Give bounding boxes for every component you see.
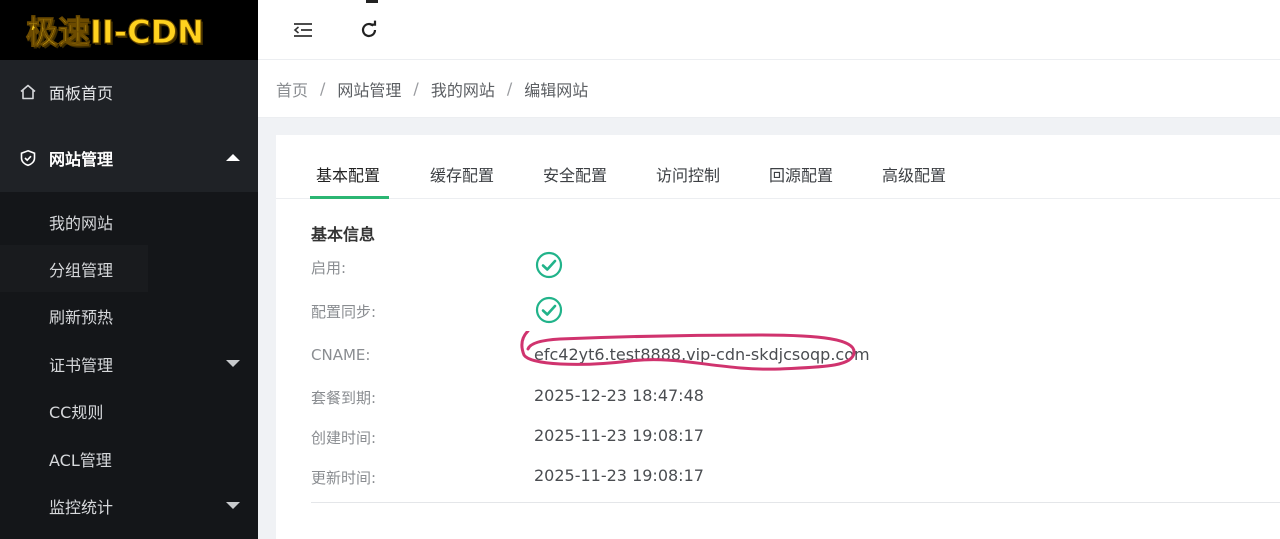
breadcrumb-item-home[interactable]: 首页 xyxy=(276,77,308,101)
breadcrumb-item-site-management[interactable]: 网站管理 xyxy=(337,77,401,101)
sidebar-item-label: 刷新预热 xyxy=(49,307,114,327)
updated-label: 更新时间: xyxy=(311,469,377,487)
breadcrumb-separator: / xyxy=(320,79,326,98)
sync-label: 配置同步: xyxy=(311,303,377,321)
sidebar-item-certificates[interactable]: 证书管理 xyxy=(0,340,258,387)
sidebar-item-label: 网站管理 xyxy=(49,150,114,169)
sidebar-submenu: 我的网站 分组管理 刷新预热 证书管理 CC规则 ACL管理 监控统计 xyxy=(0,192,258,539)
sidebar-item-refresh-preheat[interactable]: 刷新预热 xyxy=(0,292,258,339)
shield-icon xyxy=(19,149,37,167)
topbar xyxy=(258,0,1280,60)
created-value: 2025-11-23 19:08:17 xyxy=(534,426,704,445)
sidebar-item-my-sites[interactable]: 我的网站 xyxy=(0,198,258,245)
tab-cache-config[interactable]: 缓存配置 xyxy=(430,162,494,186)
tab-advanced-config[interactable]: 高级配置 xyxy=(882,162,946,186)
refresh-icon[interactable] xyxy=(357,18,381,42)
logo[interactable]: 极速II-CDN xyxy=(0,0,258,60)
chevron-down-icon xyxy=(226,502,240,509)
divider xyxy=(311,502,1280,503)
breadcrumb-separator: / xyxy=(413,79,419,98)
sync-check-icon[interactable] xyxy=(535,296,563,324)
breadcrumb-separator: / xyxy=(506,79,513,98)
tab-security-config[interactable]: 安全配置 xyxy=(543,162,607,186)
section-title: 基本信息 xyxy=(311,225,376,244)
sidebar-item-label: ACL管理 xyxy=(49,450,112,470)
home-icon xyxy=(19,83,37,101)
breadcrumb: 首页 / 网站管理 / 我的网站 / 编辑网站 xyxy=(258,60,1280,118)
cname-value: efc42yt6.test8888.vip-cdn-skdjcsoqp.com xyxy=(534,345,870,364)
breadcrumb-item-my-sites[interactable]: 我的网站 xyxy=(431,77,495,101)
tab-origin-config[interactable]: 回源配置 xyxy=(769,162,833,186)
sidebar-item-cc-rules[interactable]: CC规则 xyxy=(0,387,258,434)
sidebar-item-label: 我的网站 xyxy=(49,213,114,233)
sidebar-item-monitoring[interactable]: 监控统计 xyxy=(0,482,258,529)
sidebar: 极速II-CDN 面板首页 网站管理 我的网站 分组管理 刷新预热 证书管理 C… xyxy=(0,0,258,539)
chevron-up-icon xyxy=(226,154,240,161)
enabled-check-icon[interactable] xyxy=(535,251,563,279)
sidebar-item-label: 分组管理 xyxy=(49,260,114,280)
sidebar-item-site-management[interactable]: 网站管理 xyxy=(0,124,258,192)
sidebar-item-acl[interactable]: ACL管理 xyxy=(0,435,258,482)
app-root: 极速II-CDN 面板首页 网站管理 我的网站 分组管理 刷新预热 证书管理 C… xyxy=(0,0,1280,539)
topbar-indicator xyxy=(366,0,378,3)
tab-access-control[interactable]: 访问控制 xyxy=(656,162,720,186)
sidebar-item-label: CC规则 xyxy=(49,402,104,422)
created-label: 创建时间: xyxy=(311,429,377,447)
sidebar-item-home[interactable]: 面板首页 xyxy=(0,60,258,124)
active-tab-indicator xyxy=(310,196,389,199)
menu-fold-icon[interactable] xyxy=(291,18,315,42)
chevron-down-icon xyxy=(226,360,240,367)
sidebar-item-groups[interactable]: 分组管理 xyxy=(0,245,148,292)
expire-label: 套餐到期: xyxy=(311,389,377,407)
edit-site-card: 基本配置 缓存配置 安全配置 访问控制 回源配置 高级配置 基本信息 启用: 配… xyxy=(276,135,1280,539)
config-tabs: 基本配置 缓存配置 安全配置 访问控制 回源配置 高级配置 xyxy=(276,135,1280,199)
breadcrumb-item-edit-site: 编辑网站 xyxy=(524,80,589,100)
enabled-label: 启用: xyxy=(311,259,347,277)
cname-label: CNAME: xyxy=(311,346,371,364)
sidebar-item-label: 证书管理 xyxy=(49,355,114,375)
sidebar-item-label: 面板首页 xyxy=(49,84,114,103)
expire-value: 2025-12-23 18:47:48 xyxy=(534,386,704,405)
sidebar-item-label: 监控统计 xyxy=(49,497,114,517)
updated-value: 2025-11-23 19:08:17 xyxy=(534,466,704,485)
tab-basic-config[interactable]: 基本配置 xyxy=(316,162,380,186)
logo-text: 极速II-CDN xyxy=(26,13,205,52)
